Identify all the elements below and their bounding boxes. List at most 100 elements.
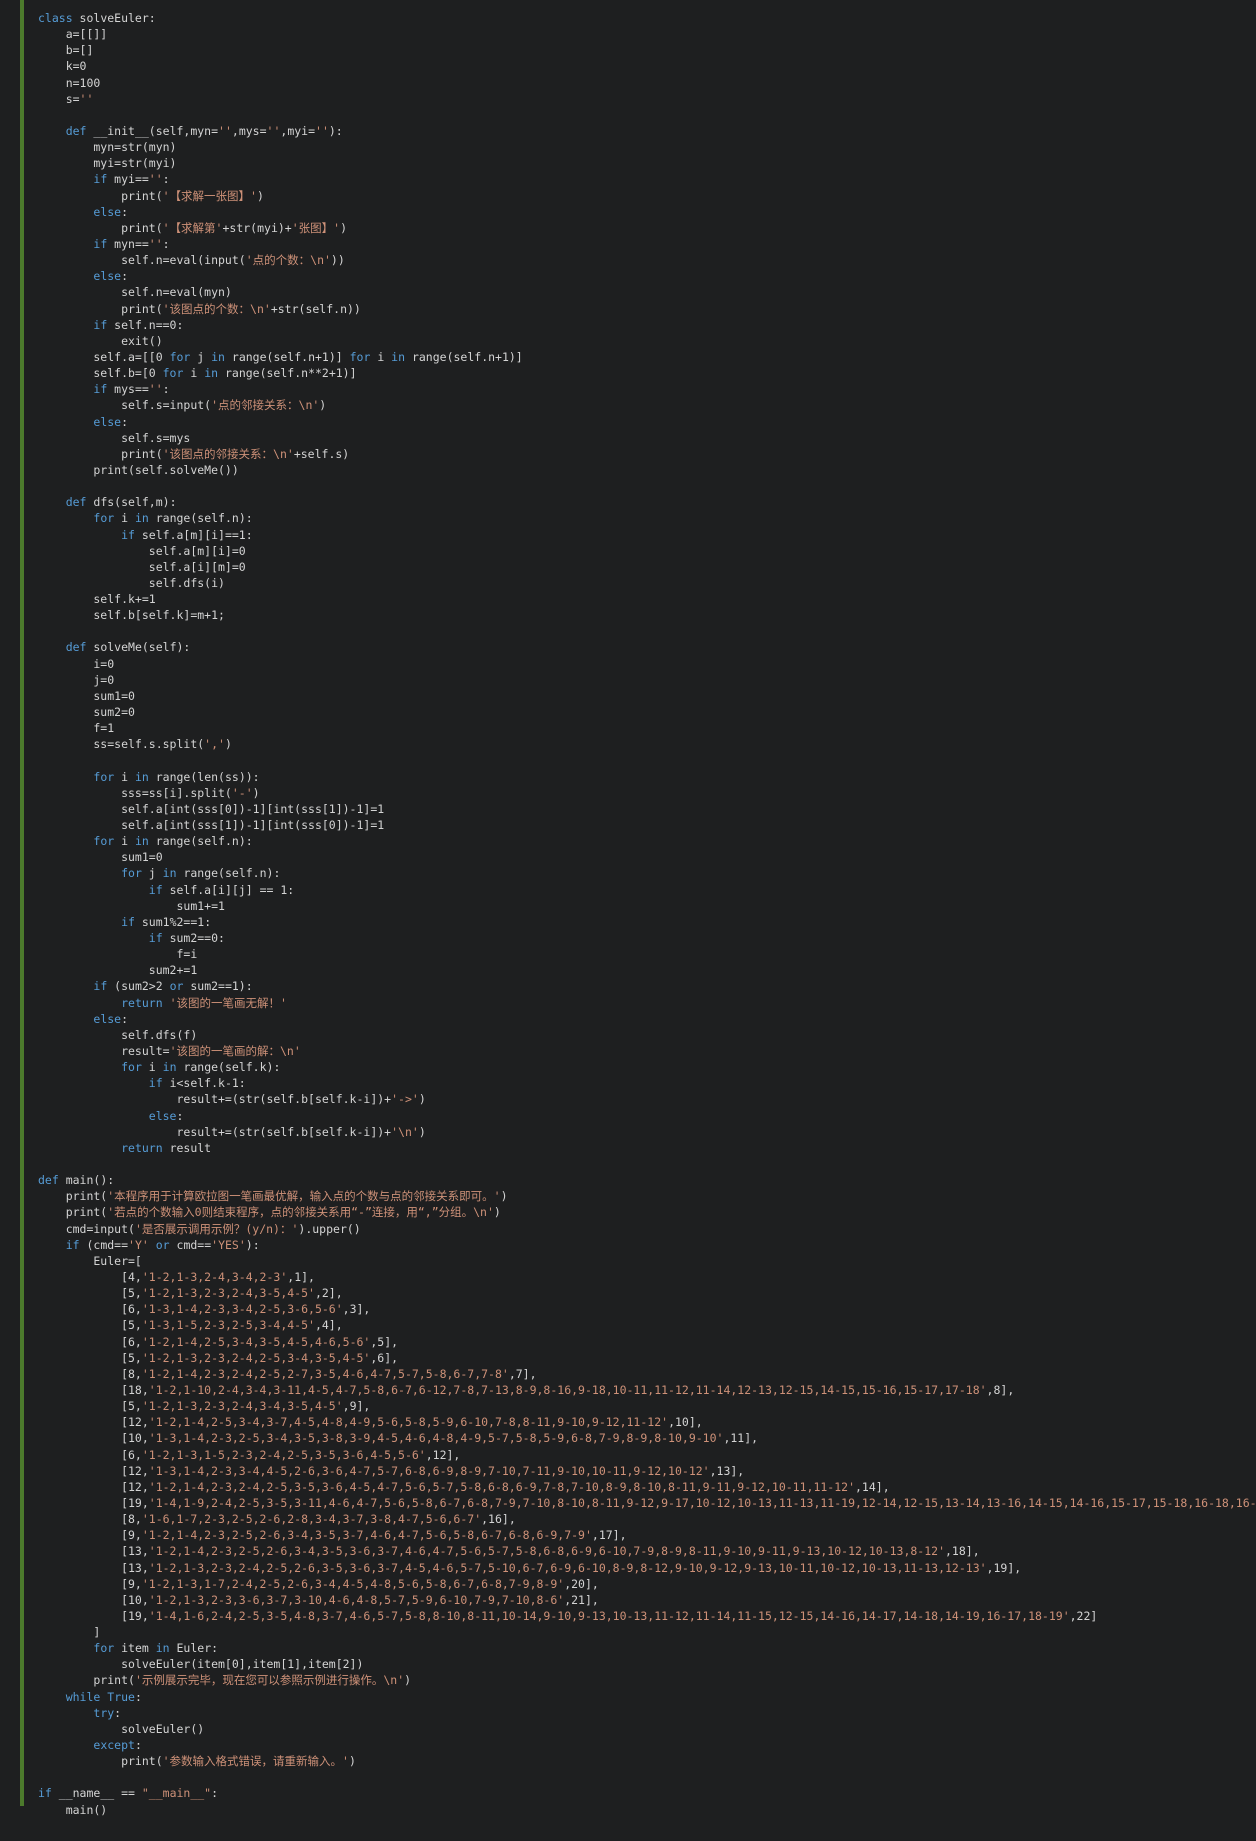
- code-line[interactable]: print('本程序用于计算欧拉图一笔画最优解，输入点的个数与点的邻接关系即可。…: [38, 1188, 1256, 1204]
- code-line[interactable]: self.k+=1: [38, 591, 1256, 607]
- code-line[interactable]: [8,'1-2,1-4,2-3,2-4,2-5,2-7,3-5,4-6,4-7,…: [38, 1366, 1256, 1382]
- code-line[interactable]: [38, 1156, 1256, 1172]
- code-line[interactable]: print('该图点的邻接关系：\n'+self.s): [38, 446, 1256, 462]
- code-line[interactable]: while True:: [38, 1689, 1256, 1705]
- code-line[interactable]: self.s=input('点的邻接关系：\n'): [38, 397, 1256, 413]
- code-line[interactable]: result='该图的一笔画的解：\n': [38, 1043, 1256, 1059]
- code-line[interactable]: self.b[self.k]=m+1;: [38, 607, 1256, 623]
- code-line[interactable]: ]: [38, 1624, 1256, 1640]
- code-line[interactable]: return '该图的一笔画无解！': [38, 995, 1256, 1011]
- code-line[interactable]: main(): [38, 1802, 1256, 1818]
- code-line[interactable]: solveEuler(): [38, 1721, 1256, 1737]
- code-line[interactable]: self.a[m][i]=0: [38, 543, 1256, 559]
- code-line[interactable]: [19,'1-4,1-6,2-4,2-5,3-5,4-8,3-7,4-6,5-7…: [38, 1608, 1256, 1624]
- code-line[interactable]: self.s=mys: [38, 430, 1256, 446]
- code-area[interactable]: class solveEuler: a=[[]] b=[] k=0 n=100 …: [38, 10, 1256, 1818]
- code-line[interactable]: Euler=[: [38, 1253, 1256, 1269]
- code-line[interactable]: [5,'1-2,1-3,2-3,2-4,2-5,3-4,3-5,4-5',6],: [38, 1350, 1256, 1366]
- code-line[interactable]: [19,'1-4,1-9,2-4,2-5,3-5,3-11,4-6,4-7,5-…: [38, 1495, 1256, 1511]
- code-line[interactable]: except:: [38, 1737, 1256, 1753]
- code-line[interactable]: self.n=eval(input('点的个数：\n')): [38, 252, 1256, 268]
- code-line[interactable]: if (cmd=='Y' or cmd=='YES'):: [38, 1237, 1256, 1253]
- code-editor[interactable]: class solveEuler: a=[[]] b=[] k=0 n=100 …: [0, 0, 1256, 1841]
- code-line[interactable]: f=1: [38, 720, 1256, 736]
- code-line[interactable]: def main():: [38, 1172, 1256, 1188]
- code-line[interactable]: if myi=='':: [38, 171, 1256, 187]
- code-line[interactable]: if self.n==0:: [38, 317, 1256, 333]
- code-line[interactable]: [38, 623, 1256, 639]
- code-line[interactable]: solveEuler(item[0],item[1],item[2]): [38, 1656, 1256, 1672]
- code-line[interactable]: if sum1%2==1:: [38, 914, 1256, 930]
- code-line[interactable]: if myn=='':: [38, 236, 1256, 252]
- code-line[interactable]: else:: [38, 1108, 1256, 1124]
- code-line[interactable]: for i in range(len(ss)):: [38, 769, 1256, 785]
- code-line[interactable]: sum1=0: [38, 688, 1256, 704]
- code-line[interactable]: if __name__ == "__main__":: [38, 1785, 1256, 1801]
- code-line[interactable]: [8,'1-6,1-7,2-3,2-5,2-6,2-8,3-4,3-7,3-8,…: [38, 1511, 1256, 1527]
- code-line[interactable]: print('示例展示完毕，现在您可以参照示例进行操作。\n'): [38, 1672, 1256, 1688]
- code-line[interactable]: self.a=[[0 for j in range(self.n+1)] for…: [38, 349, 1256, 365]
- code-line[interactable]: try:: [38, 1705, 1256, 1721]
- code-line[interactable]: [5,'1-3,1-5,2-3,2-5,3-4,4-5',4],: [38, 1317, 1256, 1333]
- code-line[interactable]: a=[[]]: [38, 26, 1256, 42]
- code-line[interactable]: else:: [38, 204, 1256, 220]
- code-line[interactable]: [5,'1-2,1-3,2-3,2-4,3-4,3-5,4-5',9],: [38, 1398, 1256, 1414]
- code-line[interactable]: if mys=='':: [38, 381, 1256, 397]
- code-line[interactable]: else:: [38, 1011, 1256, 1027]
- code-line[interactable]: def __init__(self,myn='',mys='',myi=''):: [38, 123, 1256, 139]
- code-line[interactable]: [13,'1-2,1-4,2-3,2-5,2-6,3-4,3-5,3-6,3-7…: [38, 1543, 1256, 1559]
- code-line[interactable]: result+=(str(self.b[self.k-i])+'->'): [38, 1091, 1256, 1107]
- code-line[interactable]: f=i: [38, 946, 1256, 962]
- code-line[interactable]: print('参数输入格式错误，请重新输入。'): [38, 1753, 1256, 1769]
- code-line[interactable]: print('【求解一张图】'): [38, 188, 1256, 204]
- code-line[interactable]: [6,'1-3,1-4,2-3,3-4,2-5,3-6,5-6',3],: [38, 1301, 1256, 1317]
- code-line[interactable]: print('【求解第'+str(myi)+'张图】'): [38, 220, 1256, 236]
- code-line[interactable]: print('该图点的个数：\n'+str(self.n)): [38, 301, 1256, 317]
- code-line[interactable]: for item in Euler:: [38, 1640, 1256, 1656]
- code-line[interactable]: ss=self.s.split(','): [38, 736, 1256, 752]
- code-line[interactable]: if (sum2>2 or sum2==1):: [38, 978, 1256, 994]
- code-line[interactable]: return result: [38, 1140, 1256, 1156]
- code-line[interactable]: sum1=0: [38, 849, 1256, 865]
- code-line[interactable]: [6,'1-2,1-3,1-5,2-3,2-4,2-5,3-5,3-6,4-5,…: [38, 1447, 1256, 1463]
- code-line[interactable]: [12,'1-2,1-4,2-5,3-4,3-7,4-5,4-8,4-9,5-6…: [38, 1414, 1256, 1430]
- code-line[interactable]: for i in range(self.n):: [38, 833, 1256, 849]
- code-line[interactable]: sum1+=1: [38, 898, 1256, 914]
- code-line[interactable]: [10,'1-2,1-3,2-3,3-6,3-7,3-10,4-6,4-8,5-…: [38, 1592, 1256, 1608]
- code-line[interactable]: [12,'1-2,1-4,2-3,2-4,2-5,3-5,3-6,4-5,4-7…: [38, 1479, 1256, 1495]
- code-line[interactable]: exit(): [38, 333, 1256, 349]
- code-line[interactable]: def solveMe(self):: [38, 639, 1256, 655]
- code-line[interactable]: k=0: [38, 58, 1256, 74]
- code-line[interactable]: [4,'1-2,1-3,2-4,3-4,2-3',1],: [38, 1269, 1256, 1285]
- code-line[interactable]: [38, 478, 1256, 494]
- code-line[interactable]: if sum2==0:: [38, 930, 1256, 946]
- code-line[interactable]: if i<self.k-1:: [38, 1075, 1256, 1091]
- code-line[interactable]: [9,'1-2,1-3,1-7,2-4,2-5,2-6,3-4,4-5,4-8,…: [38, 1576, 1256, 1592]
- code-line[interactable]: def dfs(self,m):: [38, 494, 1256, 510]
- code-line[interactable]: [12,'1-3,1-4,2-3,3-4,4-5,2-6,3-6,4-7,5-7…: [38, 1463, 1256, 1479]
- code-line[interactable]: [6,'1-2,1-4,2-5,3-4,3-5,4-5,4-6,5-6',5],: [38, 1334, 1256, 1350]
- code-line[interactable]: sss=ss[i].split('-'): [38, 785, 1256, 801]
- code-line[interactable]: [13,'1-2,1-3,2-3,2-4,2-5,2-6,3-5,3-6,3-7…: [38, 1560, 1256, 1576]
- code-line[interactable]: cmd=input('是否展示调用示例？(y/n)：').upper(): [38, 1221, 1256, 1237]
- code-line[interactable]: print(self.solveMe()): [38, 462, 1256, 478]
- code-line[interactable]: else:: [38, 268, 1256, 284]
- code-line[interactable]: i=0: [38, 656, 1256, 672]
- code-line[interactable]: [38, 107, 1256, 123]
- code-line[interactable]: [38, 752, 1256, 768]
- code-line[interactable]: [5,'1-2,1-3,2-3,2-4,3-5,4-5',2],: [38, 1285, 1256, 1301]
- code-line[interactable]: for i in range(self.n):: [38, 510, 1256, 526]
- code-line[interactable]: self.a[int(sss[1])-1][int(sss[0])-1]=1: [38, 817, 1256, 833]
- code-line[interactable]: sum2+=1: [38, 962, 1256, 978]
- code-line[interactable]: [18,'1-2,1-10,2-4,3-4,3-11,4-5,4-7,5-8,6…: [38, 1382, 1256, 1398]
- code-line[interactable]: myn=str(myn): [38, 139, 1256, 155]
- code-line[interactable]: s='': [38, 91, 1256, 107]
- code-line[interactable]: j=0: [38, 672, 1256, 688]
- code-line[interactable]: result+=(str(self.b[self.k-i])+'\n'): [38, 1124, 1256, 1140]
- code-line[interactable]: self.dfs(f): [38, 1027, 1256, 1043]
- code-line[interactable]: self.a[int(sss[0])-1][int(sss[1])-1]=1: [38, 801, 1256, 817]
- code-line[interactable]: if self.a[m][i]==1:: [38, 527, 1256, 543]
- code-line[interactable]: if self.a[i][j] == 1:: [38, 882, 1256, 898]
- code-line[interactable]: for j in range(self.n):: [38, 865, 1256, 881]
- code-line[interactable]: b=[]: [38, 42, 1256, 58]
